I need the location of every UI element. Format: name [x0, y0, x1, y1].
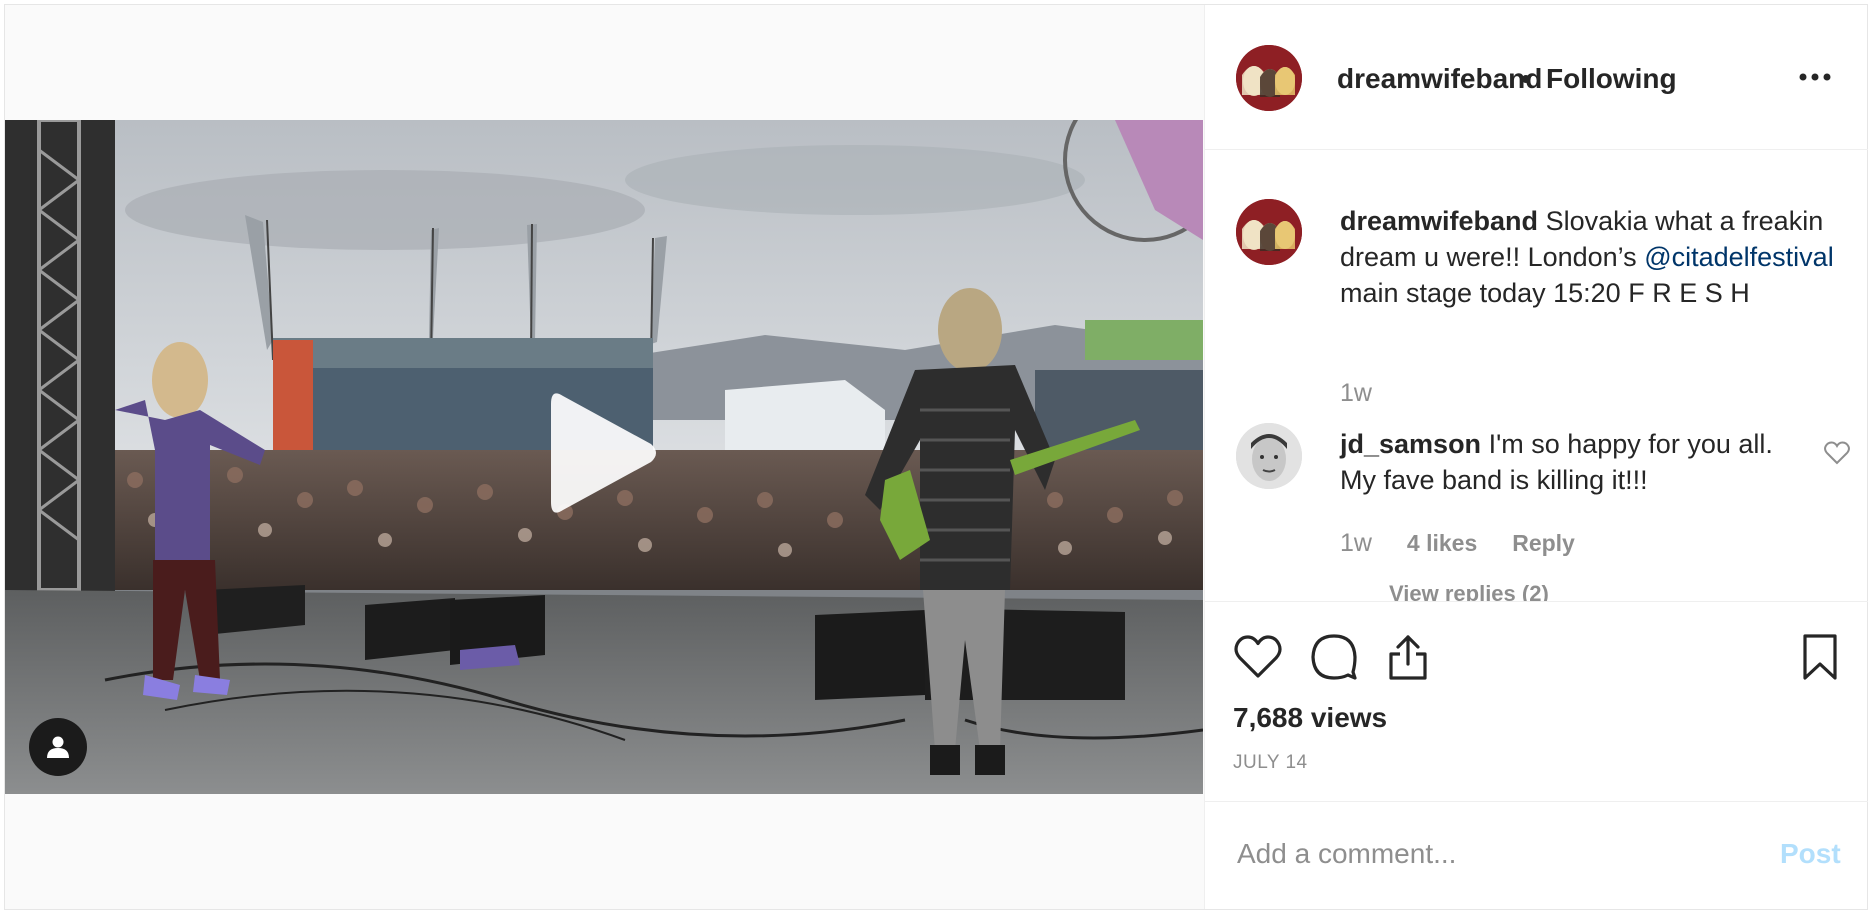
comment-button[interactable]: [1309, 632, 1359, 682]
header-username[interactable]: dreamwifeband: [1337, 63, 1542, 95]
play-icon: [551, 393, 656, 513]
comment-input[interactable]: [1235, 828, 1735, 880]
avatar-image: [1236, 45, 1302, 111]
header-separator: •: [1521, 63, 1531, 94]
media-area: [5, 5, 1203, 909]
user-tag-button[interactable]: [29, 718, 87, 776]
avatar[interactable]: [1236, 199, 1302, 265]
video-player[interactable]: [5, 120, 1203, 794]
view-count[interactable]: 7,688 views: [1233, 702, 1387, 734]
mention-link[interactable]: @citadelfestival: [1644, 242, 1834, 272]
post-header: dreamwifeband • Following: [1205, 5, 1868, 150]
avatar[interactable]: [1236, 45, 1302, 111]
comment: jd_samson I'm so happy for you all. My f…: [1340, 426, 1810, 498]
instagram-post: dreamwifeband • Following dreamwifeband …: [4, 4, 1868, 910]
post-caption: dreamwifeband Slovakia what a freakin dr…: [1340, 203, 1860, 311]
avatar[interactable]: [1236, 423, 1302, 489]
add-comment-section: Post: [1205, 801, 1868, 909]
bookmark-icon: [1803, 634, 1837, 680]
heart-icon: [1234, 635, 1282, 678]
user-tag-icon: [47, 736, 69, 758]
post-comment-button[interactable]: Post: [1780, 838, 1841, 870]
avatar-image: [1236, 423, 1302, 489]
more-options-icon: [1799, 73, 1831, 81]
caption-body-end: main stage today 15:20 F R E S H: [1340, 278, 1750, 308]
save-button[interactable]: [1795, 632, 1845, 682]
heart-icon: [1824, 441, 1850, 465]
reply-button[interactable]: Reply: [1512, 530, 1575, 556]
post-date[interactable]: JULY 14: [1233, 752, 1308, 774]
comment-bubble-icon: [1311, 634, 1357, 680]
more-options-button[interactable]: [1797, 69, 1833, 85]
caption-timestamp[interactable]: 1w: [1340, 379, 1372, 408]
post-actions: 7,688 views JULY 14: [1205, 601, 1868, 801]
share-button[interactable]: [1383, 632, 1433, 682]
view-replies-button[interactable]: View replies (2): [1389, 581, 1549, 601]
post-sidebar: dreamwifeband • Following dreamwifeband …: [1204, 5, 1868, 909]
avatar-image: [1236, 199, 1302, 265]
following-button[interactable]: Following: [1546, 63, 1677, 95]
like-button[interactable]: [1233, 632, 1283, 682]
comment-username[interactable]: jd_samson: [1340, 429, 1481, 459]
comment-like-button[interactable]: [1824, 441, 1850, 465]
share-icon: [1389, 635, 1427, 680]
comments-list[interactable]: dreamwifeband Slovakia what a freakin dr…: [1205, 151, 1868, 601]
comment-meta: 1w 4 likes Reply: [1340, 529, 1575, 558]
caption-username[interactable]: dreamwifeband: [1340, 206, 1538, 236]
comment-timestamp[interactable]: 1w: [1340, 529, 1372, 557]
comment-likes[interactable]: 4 likes: [1407, 530, 1477, 556]
